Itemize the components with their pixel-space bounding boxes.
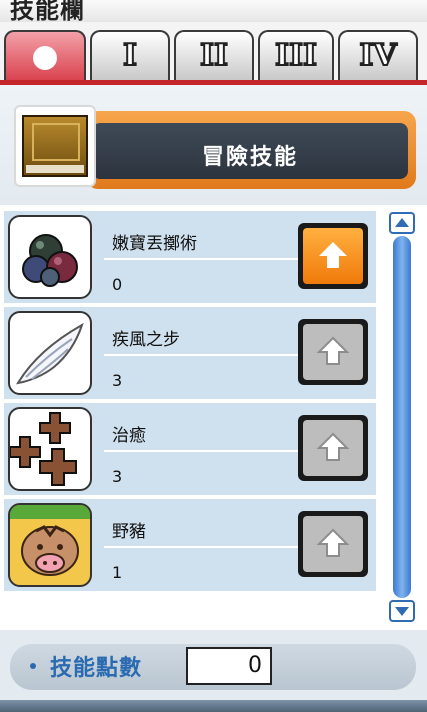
skill-level: 1 — [112, 563, 123, 582]
skill-points-field: 0 — [186, 647, 272, 685]
title-bar[interactable]: 技能欄 — [0, 0, 427, 24]
skill-name: 治癒 — [112, 426, 146, 446]
arrow-up-icon — [319, 242, 347, 268]
tab-job-1[interactable]: I — [90, 30, 170, 80]
arrow-up-icon — [316, 432, 350, 461]
upgrade-button[interactable] — [298, 511, 368, 577]
upgrade-button[interactable] — [298, 415, 368, 481]
arrow-up-icon — [316, 336, 350, 365]
skill-row[interactable]: 野豬 1 — [4, 499, 376, 591]
row-divider — [104, 354, 302, 356]
snail-shells-icon — [8, 215, 92, 299]
skill-book-icon — [22, 115, 88, 177]
skill-row[interactable]: 疾風之步 3 — [4, 307, 376, 399]
row-divider — [104, 546, 302, 548]
skill-points-label: 技能點數 — [50, 656, 143, 681]
skill-category-header: 冒險技能 — [0, 85, 427, 205]
skill-row[interactable]: 嫩寶丟擲術 0 — [4, 211, 376, 303]
tab-job-3[interactable]: III — [258, 30, 334, 80]
skill-points-value: 0 — [248, 653, 262, 678]
skill-list[interactable]: 嫩寶丟擲術 0 疾風之步 3 治癒 3 野豬 1 — [0, 205, 427, 630]
skill-name: 嫩寶丟擲術 — [112, 234, 197, 254]
tab-label: I — [122, 37, 138, 74]
tab-job-2[interactable]: II — [174, 30, 254, 80]
row-divider — [104, 450, 302, 452]
chevron-down-icon — [395, 607, 409, 616]
upgrade-button[interactable] — [298, 319, 368, 385]
category-banner: 冒險技能 — [86, 111, 416, 189]
tab-bar: I II III IV — [0, 22, 427, 84]
upgrade-button[interactable] — [298, 223, 368, 289]
arrow-up-icon — [316, 528, 350, 557]
skill-row[interactable]: 治癒 3 — [4, 403, 376, 495]
skill-name: 野豬 — [112, 522, 146, 542]
circle-icon — [33, 46, 57, 70]
window-bottom-edge — [0, 700, 427, 712]
healing-crosses-icon — [8, 407, 92, 491]
tab-job-4[interactable]: IV — [338, 30, 418, 80]
category-title: 冒險技能 — [201, 145, 298, 170]
tab-beginner[interactable] — [4, 30, 86, 80]
tab-label: III — [274, 37, 318, 74]
scroll-track[interactable] — [393, 236, 411, 598]
skill-name: 疾風之步 — [112, 330, 180, 350]
category-icon-frame — [14, 105, 96, 187]
boar-icon — [8, 503, 92, 587]
scrollbar[interactable] — [389, 212, 415, 622]
skill-level: 3 — [112, 467, 123, 486]
skill-level: 3 — [112, 371, 123, 390]
skill-level: 0 — [112, 275, 123, 294]
bullet-icon — [30, 663, 36, 669]
wing-icon — [8, 311, 92, 395]
scroll-down-button[interactable] — [389, 600, 415, 622]
chevron-up-icon — [395, 218, 409, 227]
row-divider — [104, 258, 302, 260]
scroll-up-button[interactable] — [389, 212, 415, 234]
tab-label: IV — [358, 37, 397, 74]
tab-label: II — [199, 37, 229, 74]
